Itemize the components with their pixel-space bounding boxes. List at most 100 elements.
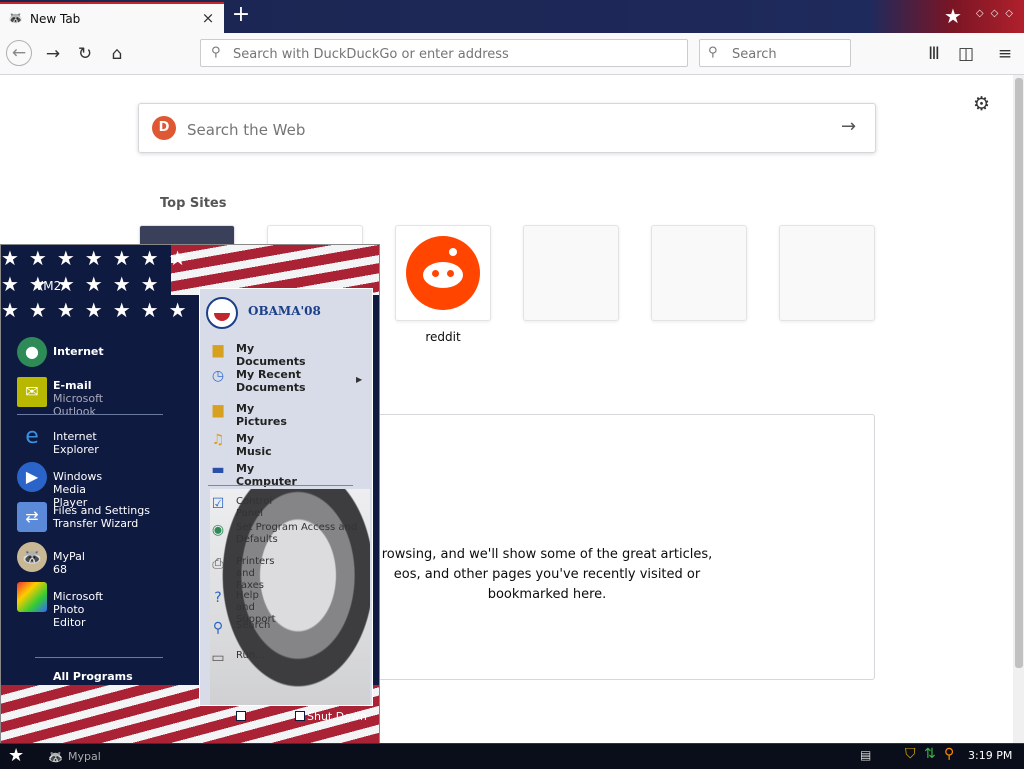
- search-input[interactable]: [730, 40, 844, 68]
- taskbar-item-mypal[interactable]: 🦝 Mypal: [48, 747, 108, 767]
- mypal-icon: 🦝: [48, 750, 63, 764]
- program-access-icon: ◉: [211, 522, 225, 538]
- obama-logo-stripes: [214, 313, 230, 321]
- start-menu: ★★★★★★★ ★★★★★★ ★★★★★★★ VM2 ● Internet ✉ …: [0, 244, 380, 744]
- start-menu-right-pane: OBAMA'08 ▆ My Documents ◷ My Recent Docu…: [199, 288, 373, 706]
- close-icon[interactable]: ×: [200, 9, 216, 27]
- right-item-label: My Pictures: [236, 402, 287, 428]
- duckduckgo-logo-icon: D: [152, 116, 176, 140]
- window-controls[interactable]: ◇◇◇: [976, 8, 1020, 19]
- folder-icon: ▆: [212, 342, 224, 358]
- start-item-label: Internet Explorer: [53, 430, 99, 456]
- highlights-placeholder: rowsing, and we'll show some of the grea…: [376, 414, 875, 680]
- gear-icon[interactable]: ⚙: [973, 93, 990, 115]
- search-icon: ⚲: [708, 45, 718, 60]
- recent-documents-icon: ◷: [211, 368, 225, 384]
- star-icon: ★: [944, 4, 962, 28]
- search-icon: ⚲: [212, 620, 224, 636]
- music-folder-icon: ♫: [211, 432, 225, 448]
- network-icon[interactable]: ⇅: [924, 746, 936, 762]
- printer-icon: ⎙: [212, 556, 224, 572]
- reddit-face: [423, 262, 463, 288]
- tab-new-tab[interactable]: 🦝 New Tab ×: [0, 2, 224, 33]
- start-item-label: E-mail: [53, 379, 92, 392]
- mypal-raccoon-icon: 🦝: [8, 11, 23, 25]
- right-item-label: Run...: [236, 650, 265, 661]
- tab-strip: 🦝 New Tab × + ★ ◇◇◇: [0, 0, 1024, 33]
- new-tab-button[interactable]: +: [230, 4, 252, 28]
- top-site-tile-empty[interactable]: [651, 225, 747, 321]
- top-site-tile-empty[interactable]: [523, 225, 619, 321]
- search-icon[interactable]: ⚲: [944, 746, 954, 762]
- tab-title: New Tab: [30, 12, 81, 26]
- search-icon: ⚲: [211, 45, 221, 60]
- right-item-label: Set Program Access and Defaults: [236, 522, 358, 545]
- mypal-icon: 🦝: [17, 542, 47, 572]
- reddit-antenna: [449, 248, 457, 256]
- reddit-eye: [447, 270, 454, 277]
- highlights-line: eos, and other pages you've recently vis…: [393, 567, 701, 582]
- navigation-toolbar: ← → ↻ ⌂ ⚲ ⚲ Ⅲ ◫ ≡: [0, 33, 1024, 75]
- log-off-button[interactable]: [236, 711, 246, 721]
- start-button[interactable]: ★: [8, 745, 24, 766]
- right-item-label: My Recent Documents: [236, 368, 306, 394]
- top-sites-heading[interactable]: Top Sites: [160, 196, 227, 211]
- separator: [17, 414, 163, 415]
- separator: [208, 485, 353, 486]
- top-site-tile-empty[interactable]: [779, 225, 875, 321]
- home-button[interactable]: ⌂: [104, 41, 130, 67]
- clock: 3:19 PM: [968, 749, 1013, 762]
- start-item-label: Internet: [53, 345, 104, 358]
- submenu-arrow-icon: ▶: [356, 375, 363, 384]
- reddit-eye: [432, 270, 439, 277]
- shut-down-icon[interactable]: [295, 711, 305, 721]
- right-item-label: My Documents: [236, 342, 306, 368]
- security-shield-icon[interactable]: ⛉: [905, 746, 916, 762]
- globe-icon: ●: [17, 337, 47, 367]
- right-item-label: Search: [236, 620, 271, 631]
- outlook-icon: ✉: [17, 377, 47, 407]
- forward-button[interactable]: →: [40, 41, 66, 67]
- control-panel-icon: ☑: [211, 496, 225, 512]
- start-item-label: Microsoft Photo Editor: [53, 590, 104, 629]
- right-item-label: Printers and Faxes: [236, 556, 275, 591]
- pictures-folder-icon: ▆: [212, 402, 224, 418]
- user-name: VM2: [35, 279, 62, 293]
- web-search-input[interactable]: [185, 117, 789, 143]
- all-programs-button[interactable]: All Programs: [53, 670, 133, 683]
- top-site-tile-reddit[interactable]: [395, 225, 491, 321]
- arrow-right-icon[interactable]: →: [841, 116, 856, 137]
- taskbar-item-label: Mypal: [68, 750, 101, 763]
- highlights-line: bookmarked here.: [487, 587, 607, 602]
- start-item-label: Files and Settings Transfer Wizard: [53, 504, 150, 530]
- separator: [35, 657, 163, 658]
- web-search-box[interactable]: D →: [138, 103, 876, 153]
- obama-header: OBAMA'08: [248, 304, 321, 318]
- start-item-label: MyPal 68: [53, 550, 85, 576]
- media-player-icon: ▶: [17, 462, 47, 492]
- run-icon: ▭: [211, 650, 225, 666]
- highlights-text: rowsing, and we'll show some of the grea…: [377, 545, 717, 605]
- ie-icon: e: [25, 424, 39, 449]
- top-site-label: reddit: [425, 330, 461, 344]
- back-button[interactable]: ←: [6, 40, 32, 66]
- reload-button[interactable]: ↻: [72, 41, 98, 67]
- search-bar[interactable]: ⚲: [699, 39, 851, 68]
- hamburger-menu-icon[interactable]: ≡: [992, 41, 1018, 67]
- photo-editor-icon: [17, 582, 47, 612]
- sidebar-icon[interactable]: ◫: [953, 41, 979, 67]
- right-item-label: Control Panel: [236, 496, 273, 519]
- url-bar[interactable]: ⚲: [200, 39, 688, 68]
- shut-down-button[interactable]: Shut Down: [307, 710, 367, 723]
- right-item-label: My Music: [236, 432, 272, 458]
- flag-stars: ★★★★★★★ ★★★★★★ ★★★★★★★: [1, 246, 197, 322]
- scrollbar-thumb[interactable]: [1015, 78, 1023, 668]
- help-icon: ?: [214, 590, 222, 606]
- taskbar: ★ 🦝 Mypal ▤ ⛉ ⇅ ⚲ 3:19 PM: [0, 743, 1024, 769]
- reddit-logo-icon: [406, 236, 480, 310]
- library-icon[interactable]: Ⅲ: [921, 41, 947, 67]
- keyboard-icon[interactable]: ▤: [860, 748, 871, 762]
- obama-logo-icon: [206, 297, 238, 329]
- url-input[interactable]: [231, 40, 685, 68]
- computer-icon: ▬: [211, 462, 225, 478]
